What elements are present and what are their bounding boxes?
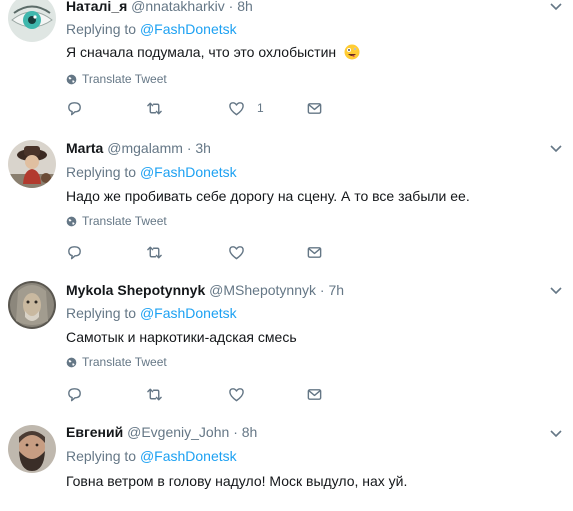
tweet-text: Говна ветром в голову надуло! Моск выдул… <box>66 473 408 489</box>
avatar[interactable] <box>8 140 56 188</box>
display-name[interactable]: Евгений <box>66 424 123 440</box>
tweet-text: Самотык и наркотики-адская смесь <box>66 329 297 345</box>
chevron-down-icon[interactable] <box>549 143 563 153</box>
timestamp[interactable]: 8h <box>237 0 253 14</box>
chevron-down-icon[interactable] <box>549 1 563 11</box>
envelope-icon <box>307 388 322 400</box>
translate-tweet[interactable]: Translate Tweet <box>66 214 167 228</box>
replying-label: Replying to <box>66 305 137 321</box>
globe-icon <box>66 74 77 84</box>
display-name[interactable]: Marta <box>66 140 103 156</box>
replying-mention[interactable]: @FashDonetsk <box>140 21 237 37</box>
replying-mention[interactable]: @FashDonetsk <box>140 448 237 464</box>
timestamp[interactable]: 8h <box>242 424 258 440</box>
reply-icon <box>68 387 81 401</box>
user-handle[interactable]: @nnatakharkiv <box>131 0 225 14</box>
avatar[interactable] <box>8 281 56 329</box>
heart-icon <box>229 245 244 259</box>
user-handle[interactable]: @MShepotynnyk <box>209 282 316 298</box>
replying-label: Replying to <box>66 164 137 180</box>
replying-label: Replying to <box>66 21 137 37</box>
user-handle[interactable]: @mgalamm <box>107 140 183 156</box>
reply-button[interactable] <box>66 98 83 118</box>
translate-label: Translate Tweet <box>82 214 167 228</box>
tweet[interactable]: Marta @mgalamm · 3h Replying to @FashDon… <box>0 128 573 270</box>
tweet-text: Надо же пробивать себе дорогу на сцену. … <box>66 188 470 204</box>
retweet-button[interactable] <box>146 242 163 262</box>
envelope-icon <box>307 246 322 258</box>
tweet-actions <box>66 242 366 262</box>
globe-icon <box>66 216 77 226</box>
retweet-icon <box>147 246 162 258</box>
separator-dot: · <box>319 282 325 298</box>
replying-to: Replying to @FashDonetsk <box>66 21 237 37</box>
reply-icon <box>68 101 81 115</box>
separator-dot: · <box>186 140 192 156</box>
translate-label: Translate Tweet <box>82 355 167 369</box>
direct-message-button[interactable] <box>306 384 323 404</box>
display-name[interactable]: Mykola Shepotynnyk <box>66 282 205 298</box>
replying-mention[interactable]: @FashDonetsk <box>140 164 237 180</box>
tweet-text: Я сначала подумала, что это охлобыстин <box>66 44 360 60</box>
separator-dot: · <box>233 424 238 440</box>
tweet-actions <box>66 384 366 404</box>
direct-message-button[interactable] <box>306 98 323 118</box>
tweet-text-body: Я сначала подумала, что это охлобыстин <box>66 44 337 60</box>
timestamp[interactable]: 3h <box>195 140 211 156</box>
zany-face-emoji <box>344 44 360 60</box>
replying-to: Replying to @FashDonetsk <box>66 448 237 464</box>
like-count: 1 <box>257 101 264 115</box>
user-handle[interactable]: @Evgeniy_John <box>127 424 229 440</box>
avatar[interactable] <box>8 425 56 473</box>
retweet-icon <box>147 388 162 400</box>
timestamp[interactable]: 7h <box>328 282 344 298</box>
retweet-button[interactable] <box>146 98 163 118</box>
reply-button[interactable] <box>66 242 83 262</box>
replying-mention[interactable]: @FashDonetsk <box>140 305 237 321</box>
heart-icon <box>229 387 244 401</box>
translate-tweet[interactable]: Translate Tweet <box>66 72 167 86</box>
replying-label: Replying to <box>66 448 137 464</box>
chevron-down-icon[interactable] <box>549 285 563 295</box>
tweet[interactable]: Mykola Shepotynnyk @MShepotynnyk · 7h Re… <box>0 269 573 412</box>
like-button[interactable] <box>228 242 245 262</box>
reply-button[interactable] <box>66 384 83 404</box>
envelope-icon <box>307 102 322 114</box>
tweet[interactable]: Наталі_я @nnatakharkiv · 8h Replying to … <box>0 0 573 129</box>
retweet-button[interactable] <box>146 384 163 404</box>
avatar-image <box>8 0 56 42</box>
avatar-image <box>8 140 56 188</box>
replying-to: Replying to @FashDonetsk <box>66 164 237 180</box>
avatar-image <box>8 281 56 329</box>
translate-tweet[interactable]: Translate Tweet <box>66 355 167 369</box>
like-button[interactable] <box>228 384 245 404</box>
tweet-actions: 1 <box>66 98 366 118</box>
avatar[interactable] <box>8 0 56 42</box>
replying-to: Replying to @FashDonetsk <box>66 305 237 321</box>
globe-icon <box>66 357 77 367</box>
direct-message-button[interactable] <box>306 242 323 262</box>
retweet-icon <box>147 102 162 114</box>
like-button[interactable]: 1 <box>228 98 264 118</box>
translate-label: Translate Tweet <box>82 72 167 86</box>
reply-icon <box>68 245 81 259</box>
chevron-down-icon[interactable] <box>549 428 563 438</box>
heart-icon <box>229 101 244 115</box>
tweet[interactable]: Евгений @Evgeniy_John · 8h Replying to @… <box>0 411 573 511</box>
avatar-image <box>8 425 56 473</box>
display-name[interactable]: Наталі_я <box>66 0 127 14</box>
separator-dot: · <box>228 0 234 14</box>
